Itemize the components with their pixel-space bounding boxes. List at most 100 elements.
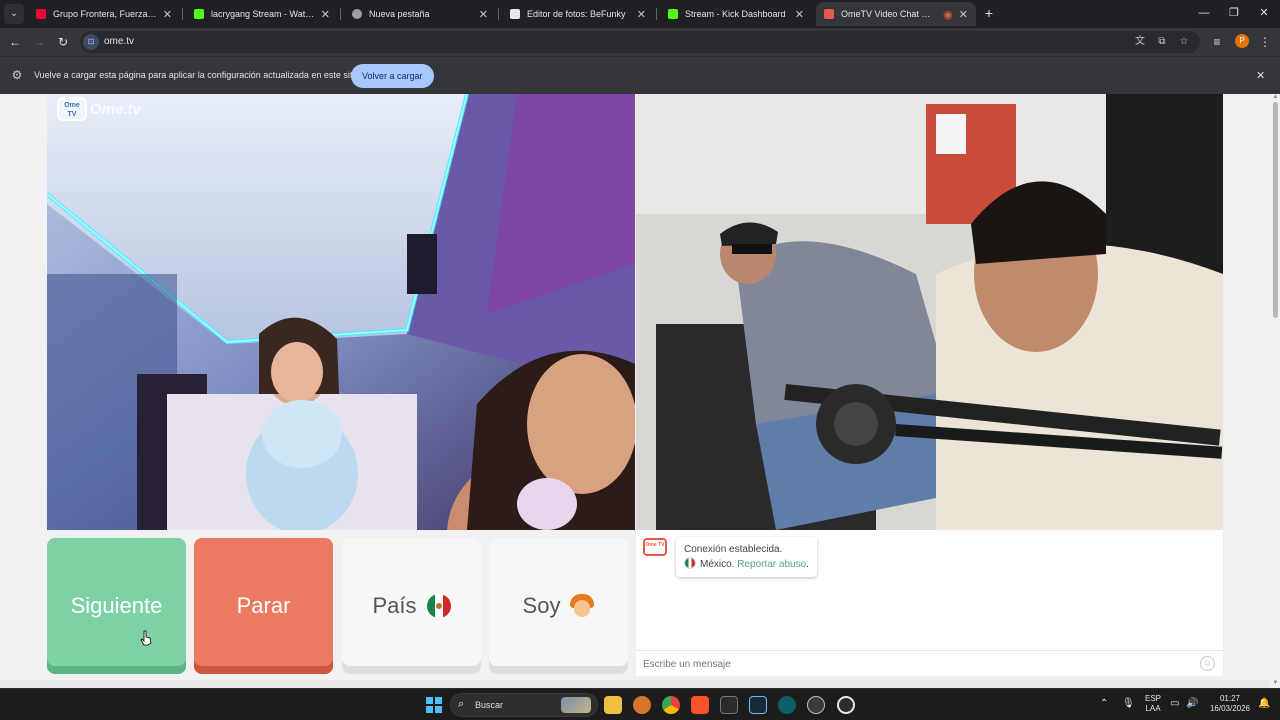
reload-page-button[interactable]: Volver a cargar	[351, 64, 434, 88]
network-icon[interactable]: ▭	[1170, 699, 1179, 709]
obs-icon[interactable]	[807, 696, 825, 714]
reading-list-icon[interactable]: ≡	[1208, 33, 1226, 51]
cast-icon[interactable]: ⧉	[1154, 34, 1170, 50]
infobar-message: Vuelve a cargar esta página para aplicar…	[34, 70, 360, 80]
clock-time: 01:27	[1219, 694, 1241, 703]
report-abuse-link[interactable]: Reportar abuso	[737, 559, 806, 570]
tab-title: OmeTV Video Chat — Ome	[841, 9, 939, 19]
mexico-flag-icon	[684, 557, 696, 569]
report-suffix: .	[806, 559, 809, 570]
tab-kick-stream[interactable]: lacrygang Stream - Watch Live ✕	[186, 2, 338, 26]
close-tab-icon[interactable]: ✕	[163, 8, 172, 21]
browser-toolbar: ← → ↻ ⊡ ome.tv 文 ⧉ ☆ ≡ P ⋮	[0, 28, 1280, 56]
language-code: ESP	[1144, 694, 1161, 703]
close-tab-icon[interactable]: ✕	[959, 8, 968, 21]
language-indicator[interactable]: ESP LAA	[1143, 694, 1163, 714]
chrome-taskbar-icon[interactable]	[662, 696, 680, 714]
close-tab-icon[interactable]: ✕	[321, 8, 330, 21]
notification-bell-icon[interactable]: 🔔	[1258, 699, 1270, 709]
scroll-thumb[interactable]	[1273, 102, 1278, 318]
youtube-icon	[36, 9, 46, 19]
bookmark-star-icon[interactable]: ☆	[1176, 34, 1192, 50]
message-input[interactable]	[643, 659, 1143, 670]
restore-icon[interactable]: ❐	[1222, 4, 1246, 22]
brave-icon[interactable]	[691, 696, 709, 714]
tab-new-tab[interactable]: Nueva pestaña ✕	[344, 2, 496, 26]
ometv-page: Ome TV Ome.tv Siguiente Parar País Soy O…	[0, 94, 1280, 688]
mexico-flag-icon	[426, 594, 451, 618]
next-button-label: Siguiente	[70, 593, 163, 618]
minimize-icon[interactable]: —	[1192, 4, 1216, 22]
message-box: ☺	[636, 650, 1223, 676]
country-button-label: País	[372, 593, 417, 618]
new-tab-button[interactable]: +	[980, 4, 998, 22]
country-name: México.	[700, 559, 735, 570]
boy-avatar-icon	[570, 594, 595, 618]
logo-tv-badge: Ome TV	[57, 97, 87, 121]
settings-gear-icon: ⚙	[11, 68, 23, 82]
logo-text: Ome.tv	[90, 100, 141, 118]
tab-search-icon[interactable]: ⌄	[4, 4, 24, 24]
profile-avatar[interactable]: P	[1235, 34, 1249, 48]
close-infobar-icon[interactable]: ✕	[1256, 69, 1265, 82]
search-highlight-image	[561, 697, 591, 713]
chrome-icon	[352, 9, 362, 19]
url-text[interactable]: ome.tv	[104, 36, 134, 47]
microphone-icon[interactable]: 🎙	[1122, 699, 1135, 709]
country-button[interactable]: País	[342, 538, 481, 674]
befunky-icon	[510, 9, 520, 19]
tab-title: Grupo Frontera, Fuerza Regida	[53, 9, 157, 19]
close-window-icon[interactable]: ✕	[1252, 4, 1276, 22]
address-bar[interactable]: ⊡ ome.tv 文 ⧉ ☆	[80, 31, 1200, 53]
self-video	[636, 94, 1223, 530]
volume-icon[interactable]: 🔊	[1186, 699, 1198, 709]
tab-title: Editor de fotos: BeFunky	[527, 9, 626, 19]
stop-button-label: Parar	[236, 593, 291, 618]
close-tab-icon[interactable]: ✕	[795, 8, 804, 21]
stop-button[interactable]: Parar	[194, 538, 333, 674]
app-circle-icon[interactable]	[837, 696, 855, 714]
tab-title: Nueva pestaña	[369, 9, 430, 19]
forward-icon[interactable]: →	[30, 33, 48, 51]
app-shield-icon[interactable]	[633, 696, 651, 714]
edge-icon[interactable]	[778, 696, 796, 714]
stranger-video: Ome TV Ome.tv	[47, 94, 635, 530]
tab-kick-dashboard[interactable]: Stream - Kick Dashboard ✕	[660, 2, 812, 26]
recording-icon: ◉	[943, 8, 953, 21]
kick-icon	[668, 9, 678, 19]
menu-icon[interactable]: ⋮	[1256, 33, 1274, 51]
ometv-icon	[824, 9, 834, 19]
tab-divider	[656, 8, 657, 20]
taskbar-search[interactable]: ⌕ Buscar	[450, 693, 598, 717]
tab-divider	[498, 8, 499, 20]
tab-befunky[interactable]: Editor de fotos: BeFunky ✕	[502, 2, 654, 26]
tab-title: Stream - Kick Dashboard	[685, 9, 786, 19]
close-tab-icon[interactable]: ✕	[637, 8, 646, 21]
site-info-icon[interactable]: ⊡	[83, 34, 99, 50]
layout-code: LAA	[1145, 704, 1161, 713]
tab-divider	[182, 8, 183, 20]
emoji-icon[interactable]: ☺	[1200, 656, 1215, 671]
file-explorer-icon[interactable]	[604, 696, 622, 714]
reload-icon[interactable]: ↻	[54, 33, 72, 51]
back-icon[interactable]: ←	[6, 33, 24, 51]
close-tab-icon[interactable]: ✕	[479, 8, 488, 21]
steam-icon[interactable]	[749, 696, 767, 714]
clock-date: 16/03/2026	[1209, 704, 1251, 713]
capcut-icon[interactable]	[720, 696, 738, 714]
kick-icon	[194, 9, 204, 19]
gender-button[interactable]: Soy	[489, 538, 628, 674]
page-scrollbar[interactable]: ▲ ▼	[1270, 94, 1280, 688]
next-button[interactable]: Siguiente	[47, 538, 186, 674]
windows-start-icon[interactable]	[426, 697, 442, 713]
stranger-video-frame	[47, 94, 635, 530]
scroll-down-icon[interactable]: ▼	[1272, 680, 1279, 687]
tab-ometv[interactable]: OmeTV Video Chat — Ome ◉ ✕	[816, 2, 976, 26]
translate-icon[interactable]: 文	[1132, 34, 1148, 50]
self-video-frame	[636, 94, 1223, 530]
tray-overflow-icon[interactable]: ⌃	[1100, 699, 1108, 709]
clock[interactable]: 01:27 16/03/2026	[1206, 694, 1254, 714]
scroll-up-icon[interactable]: ▲	[1272, 94, 1279, 101]
country-line: México. Reportar abuso.	[684, 557, 809, 572]
tab-youtube[interactable]: Grupo Frontera, Fuerza Regida ✕	[28, 2, 180, 26]
